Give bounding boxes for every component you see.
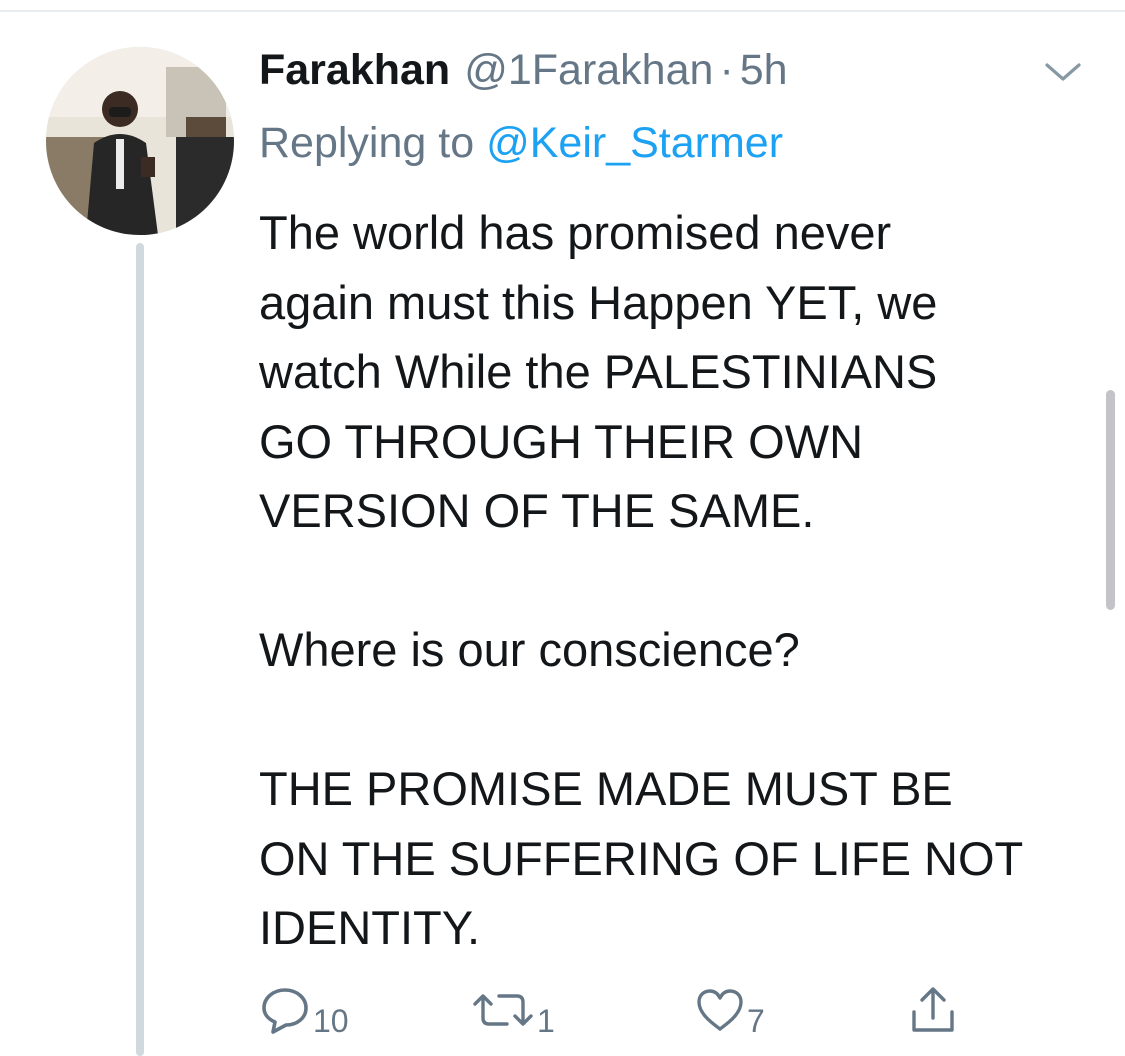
- like-count: 7: [747, 1002, 765, 1039]
- replying-to-mention[interactable]: @Keir_Starmer: [486, 119, 783, 167]
- reply-count: 10: [313, 1002, 349, 1039]
- top-divider: [0, 10, 1125, 12]
- heart-icon: [695, 987, 745, 1033]
- tweet-paragraph-1: The world has promised never again must …: [259, 206, 938, 537]
- tweet-paragraph-3: THE PROMISE MADE MUST BE ON THE SUFFERIN…: [259, 762, 1024, 954]
- replying-to-label: Replying to: [259, 119, 475, 167]
- author-display-name[interactable]: Farakhan: [259, 46, 450, 95]
- replying-to-line: Replying to @Keir_Starmer: [259, 119, 783, 168]
- tweet-body: The world has promised never again must …: [259, 198, 1089, 963]
- chevron-down-icon: [1043, 60, 1083, 89]
- scrollbar-thumb[interactable]: [1106, 390, 1115, 610]
- author-handle[interactable]: @1Farakhan: [464, 46, 713, 95]
- avatar[interactable]: [46, 47, 234, 235]
- tweet-paragraph-2: Where is our conscience?: [259, 623, 800, 676]
- tweet-header: Farakhan @1Farakhan · 5h: [259, 46, 788, 106]
- separator-dot: ·: [719, 46, 734, 94]
- tweet-reply-view: Farakhan @1Farakhan · 5h Replying to @Ke…: [0, 0, 1125, 1056]
- retweet-count: 1: [537, 1002, 555, 1039]
- thread-line: [136, 243, 144, 1056]
- tweet-actions: 10 1 7: [259, 980, 1079, 1040]
- retweet-icon: [471, 988, 535, 1032]
- reply-button[interactable]: 10: [259, 980, 349, 1040]
- share-button[interactable]: [907, 980, 961, 1040]
- like-button[interactable]: 7: [695, 980, 765, 1040]
- tweet-timestamp[interactable]: 5h: [740, 46, 788, 95]
- retweet-button[interactable]: 1: [471, 980, 555, 1040]
- tweet-menu-button[interactable]: [1040, 54, 1086, 94]
- share-icon: [907, 984, 959, 1036]
- speech-bubble-icon: [259, 985, 311, 1035]
